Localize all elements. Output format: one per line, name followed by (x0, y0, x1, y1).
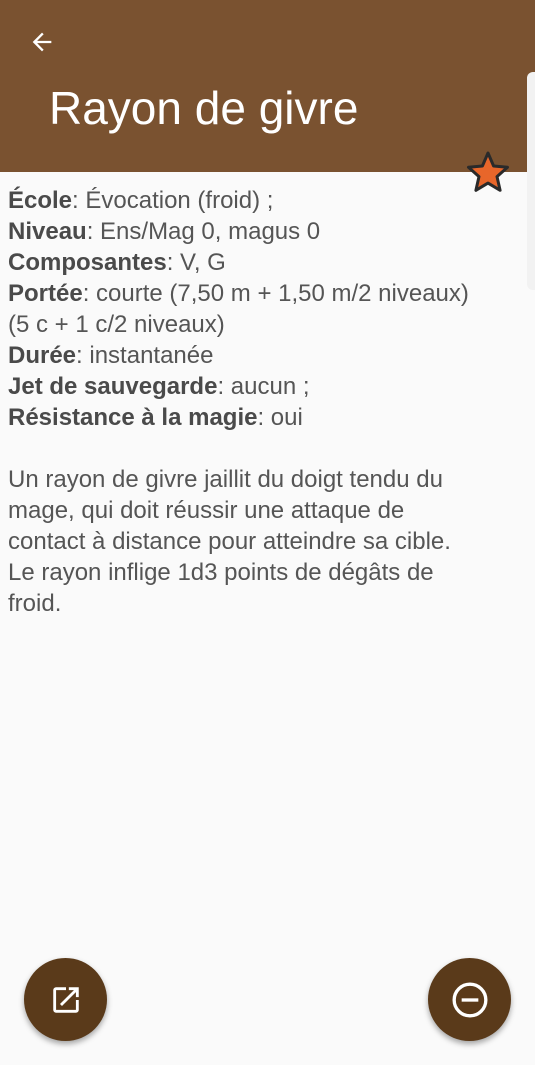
back-button[interactable] (18, 22, 66, 62)
spell-details: École: Évocation (froid) ; Niveau: Ens/M… (8, 185, 523, 619)
detail-value: : V, G (166, 249, 226, 276)
remove-button[interactable] (428, 958, 511, 1041)
detail-value: : courte (7,50 m + 1,50 m/2 niveaux) (82, 280, 469, 307)
detail-components: Composantes: V, G (8, 247, 523, 278)
detail-label: Niveau (8, 218, 87, 245)
detail-label: Portée (8, 280, 83, 307)
detail-value: : instantanée (76, 342, 214, 369)
detail-level: Niveau: Ens/Mag 0, magus 0 (8, 216, 523, 247)
remove-circle-icon (452, 982, 487, 1017)
open-external-button[interactable] (24, 958, 107, 1041)
detail-duration: Durée: instantanée (8, 340, 523, 371)
detail-label: Durée (8, 342, 77, 369)
arrow-left-icon (32, 32, 52, 52)
spell-description: Un rayon de givre jaillit du doigt tendu… (8, 466, 451, 617)
detail-range-continued: (5 c + 1 c/2 niveaux) (8, 309, 523, 340)
detail-value: : Évocation (froid) ; (72, 187, 274, 214)
detail-label: Jet de sauvegarde (8, 373, 218, 400)
app-bar: Rayon de givre (0, 0, 535, 172)
detail-label: Composantes (8, 249, 167, 276)
open-external-icon (52, 986, 79, 1013)
detail-value: : aucun ; (217, 373, 310, 400)
detail-value: : Ens/Mag 0, magus 0 (86, 218, 321, 245)
detail-school: École: Évocation (froid) ; (8, 185, 523, 216)
scrollbar[interactable] (527, 72, 535, 290)
detail-label: Résistance à la magie (8, 404, 258, 431)
detail-value: : oui (257, 404, 303, 431)
detail-range: Portée: courte (7,50 m + 1,50 m/2 niveau… (8, 278, 523, 309)
detail-value: (5 c + 1 c/2 niveaux) (8, 311, 225, 338)
detail-label: École (8, 187, 73, 214)
detail-spell-resistance: Résistance à la magie: oui (8, 402, 523, 433)
detail-saving-throw: Jet de sauvegarde: aucun ; (8, 371, 523, 402)
page-title: Rayon de givre (49, 82, 359, 134)
